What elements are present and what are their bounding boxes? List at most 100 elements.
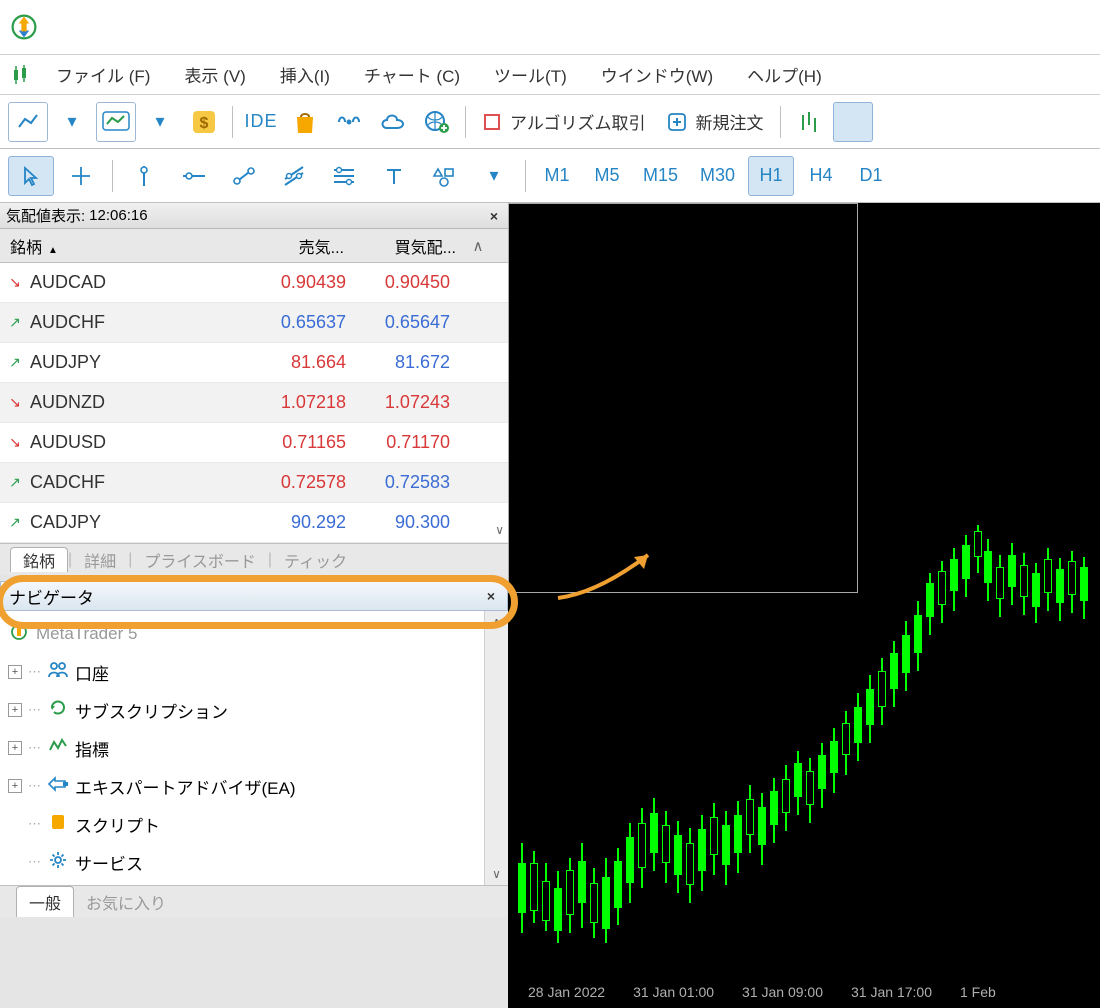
new-order-button[interactable]: 新規注文 (656, 102, 774, 142)
scroll-up-icon[interactable]: ∧ (492, 615, 501, 629)
col-ask[interactable]: 買気配... (352, 234, 464, 258)
bar-chart-icon[interactable] (789, 102, 829, 142)
navigator-scrollbar[interactable]: ∧ ∨ (484, 611, 508, 885)
tab-tick[interactable]: ティック (272, 548, 359, 572)
line-chart-button[interactable] (8, 102, 48, 142)
bid-price: 81.664 (240, 352, 352, 373)
main-toolbar: ▾ ▾ $ IDE アルゴリズム取引 新規注文 (0, 95, 1100, 149)
market-watch-row[interactable]: ↘AUDUSD0.711650.71170 (0, 423, 508, 463)
tree-service[interactable]: ⋯ サービス (8, 843, 484, 881)
tab-detail[interactable]: 詳細 (72, 548, 128, 572)
market-watch-row[interactable]: ↗AUDCHF0.656370.65647 (0, 303, 508, 343)
timeframe-M1[interactable]: M1 (534, 156, 580, 196)
text-tool[interactable] (371, 156, 417, 196)
dollar-button[interactable]: $ (184, 102, 224, 142)
time-label: 1 Feb (960, 984, 996, 1008)
scroll-up-icon[interactable]: ∧ (464, 237, 492, 255)
market-watch-row[interactable]: ↗AUDJPY81.66481.672 (0, 343, 508, 383)
tab-favorite[interactable]: お気に入り (74, 887, 178, 917)
table-header-row: 銘柄▲ 売気... 買気配... ∧ (0, 229, 508, 263)
tree-ea[interactable]: + ⋯ エキスパートアドバイザ(EA) (8, 767, 484, 805)
bid-price: 90.292 (240, 512, 352, 533)
dropdown-arrow-icon[interactable]: ▾ (140, 102, 180, 142)
ask-price: 0.65647 (352, 312, 464, 333)
trendline-tool[interactable] (221, 156, 267, 196)
tree-account[interactable]: + ⋯ 口座 (8, 653, 484, 691)
tree-indicator[interactable]: + ⋯ 指標 (8, 729, 484, 767)
cloud-icon[interactable] (373, 102, 413, 142)
cursor-tool[interactable] (8, 156, 54, 196)
ask-price: 0.72583 (352, 472, 464, 493)
tab-general[interactable]: 一般 (16, 886, 74, 917)
col-symbol[interactable]: 銘柄▲ (0, 234, 240, 258)
timeframe-M5[interactable]: M5 (584, 156, 630, 196)
vertical-line-tool[interactable] (121, 156, 167, 196)
direction-icon: ↗ (0, 314, 30, 331)
chart-panel-button[interactable] (96, 102, 136, 142)
time-label: 31 Jan 01:00 (633, 984, 714, 1008)
close-icon[interactable]: × (486, 208, 502, 224)
expand-icon[interactable]: + (8, 665, 22, 679)
close-icon[interactable]: × (483, 588, 499, 604)
market-watch-row[interactable]: ↘AUDCAD0.904390.90450 (0, 263, 508, 303)
timeframe-H4[interactable]: H4 (798, 156, 844, 196)
direction-icon: ↘ (0, 274, 30, 291)
dropdown-arrow-icon[interactable]: ▾ (52, 102, 92, 142)
menu-insert[interactable]: 挿入(I) (270, 58, 340, 91)
menu-help[interactable]: ヘルプ(H) (737, 58, 832, 91)
market-watch-header[interactable]: 気配値表示: 12:06:16 × (0, 203, 508, 229)
timeframe-M30[interactable]: M30 (691, 156, 744, 196)
direction-icon: ↘ (0, 434, 30, 451)
bid-price: 0.65637 (240, 312, 352, 333)
horizontal-line-tool[interactable] (171, 156, 217, 196)
col-bid[interactable]: 売気... (240, 234, 352, 258)
navigator-header[interactable]: ナビゲータ × (0, 581, 508, 611)
expand-icon[interactable]: + (8, 741, 22, 755)
scroll-down-icon[interactable]: ∨ (495, 523, 504, 537)
indicator-icon (47, 738, 69, 759)
market-watch-row[interactable]: ↘AUDNZD1.072181.07243 (0, 383, 508, 423)
timeframe-H1[interactable]: H1 (748, 156, 794, 196)
shopping-bag-icon[interactable] (285, 102, 325, 142)
market-watch-table: 銘柄▲ 売気... 買気配... ∧ ↘AUDCAD0.904390.90450… (0, 229, 508, 543)
tree-script[interactable]: ⋯ スクリプト (8, 805, 484, 843)
timeframe-M15[interactable]: M15 (634, 156, 687, 196)
toolbar-separator (232, 106, 233, 138)
scroll-down-icon[interactable]: ∨ (492, 867, 501, 881)
channel-tool[interactable] (271, 156, 317, 196)
signal-icon[interactable] (329, 102, 369, 142)
menu-chart[interactable]: チャート (C) (354, 58, 470, 91)
chart-area[interactable]: 28 Jan 2022 31 Jan 01:00 31 Jan 09:00 31 Ja… (508, 203, 1100, 1008)
tree-root[interactable]: MetaTrader 5 (8, 615, 484, 653)
timeframe-D1[interactable]: D1 (848, 156, 894, 196)
menu-view[interactable]: 表示 (V) (174, 58, 255, 91)
refresh-icon (47, 699, 69, 722)
algo-trading-button[interactable]: アルゴリズム取引 (472, 102, 656, 142)
shapes-dropdown[interactable]: ▾ (471, 156, 517, 196)
tree-subscription[interactable]: + ⋯ サブスクリプション (8, 691, 484, 729)
symbol-name: CADJPY (30, 512, 240, 533)
crosshair-tool[interactable] (58, 156, 104, 196)
gear-icon (47, 851, 69, 874)
ea-icon (47, 776, 69, 797)
menu-file[interactable]: ファイル (F) (46, 58, 160, 91)
ide-button[interactable]: IDE (241, 102, 281, 142)
toolbar-end-button[interactable] (833, 102, 873, 142)
expand-icon[interactable]: + (8, 779, 22, 793)
market-watch-row[interactable]: ↗CADJPY90.29290.300 (0, 503, 508, 543)
expand-icon[interactable]: + (8, 703, 22, 717)
shapes-tool[interactable] (421, 156, 467, 196)
time-label: 28 Jan 2022 (528, 984, 605, 1008)
fibonacci-tool[interactable] (321, 156, 367, 196)
time-label: 31 Jan 17:00 (851, 984, 932, 1008)
annotation-arrow-icon (548, 543, 668, 603)
menu-tool[interactable]: ツール(T) (484, 58, 577, 91)
direction-icon: ↗ (0, 514, 30, 531)
tab-symbol[interactable]: 銘柄 (10, 547, 68, 572)
market-watch-row[interactable]: ↗CADCHF0.725780.72583 (0, 463, 508, 503)
menu-window[interactable]: ウインドウ(W) (591, 58, 723, 91)
globe-plus-icon[interactable] (417, 102, 457, 142)
symbol-name: CADCHF (30, 472, 240, 493)
tab-priceboard[interactable]: プライスボード (132, 548, 268, 572)
time-label: 31 Jan 09:00 (742, 984, 823, 1008)
